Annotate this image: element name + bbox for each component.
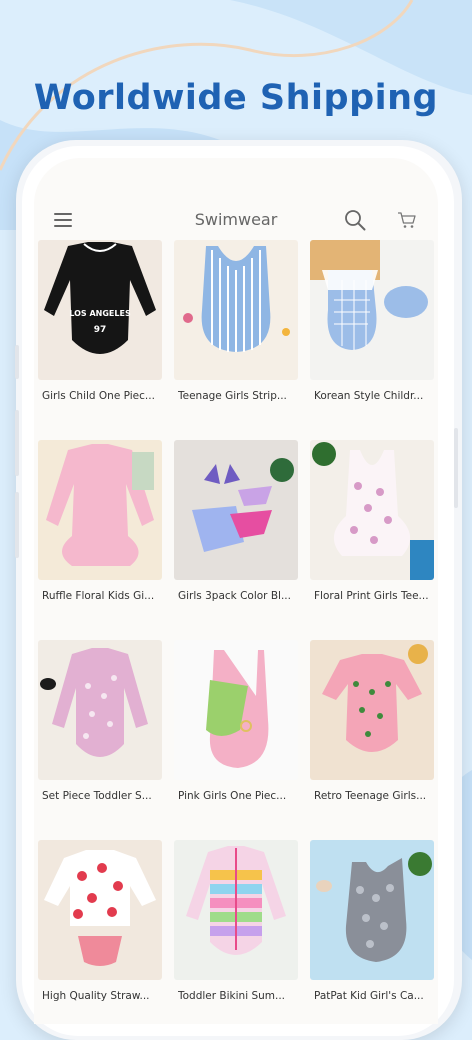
svg-text:LOS ANGELES: LOS ANGELES <box>69 309 131 318</box>
product-image[interactable] <box>310 840 434 980</box>
product-title[interactable]: High Quality Straw... <box>42 990 162 1002</box>
product-image[interactable] <box>174 840 298 980</box>
product-image[interactable] <box>174 440 298 580</box>
phone-side-button <box>15 345 19 379</box>
phone-side-button <box>15 410 19 476</box>
product-image[interactable] <box>310 640 434 780</box>
product-title[interactable]: Korean Style Childr... <box>314 390 434 402</box>
product-image[interactable] <box>174 640 298 780</box>
cart-icon[interactable] <box>397 211 417 229</box>
product-title[interactable]: Toddler Bikini Sum... <box>178 990 298 1002</box>
product-image[interactable] <box>38 440 162 580</box>
app-screen: Swimwear LOS ANGELES 97 Girls Child One … <box>34 158 438 1024</box>
phone-side-button <box>454 428 458 508</box>
product-title[interactable]: PatPat Kid Girl's Ca... <box>314 990 434 1002</box>
product-title[interactable]: Teenage Girls Strip... <box>178 390 298 402</box>
product-image[interactable] <box>310 440 434 580</box>
product-image[interactable] <box>38 840 162 980</box>
product-title[interactable]: Girls Child One Piec... <box>42 390 162 402</box>
product-image[interactable] <box>174 240 298 380</box>
product-title[interactable]: Girls 3pack Color Bl... <box>178 590 298 602</box>
product-title[interactable]: Ruffle Floral Kids Gi... <box>42 590 162 602</box>
svg-text:97: 97 <box>94 325 107 335</box>
product-title[interactable]: Floral Print Girls Tee... <box>314 590 434 602</box>
phone-side-button <box>15 492 19 558</box>
headline: Worldwide Shipping <box>33 78 439 118</box>
app-bar: Swimwear <box>34 158 438 240</box>
product-title[interactable]: Retro Teenage Girls... <box>314 790 434 802</box>
product-title[interactable]: Set Piece Toddler S... <box>42 790 162 802</box>
product-image[interactable] <box>38 640 162 780</box>
page-title: Swimwear <box>194 210 278 229</box>
product-image[interactable] <box>310 240 434 380</box>
product-image[interactable]: LOS ANGELES 97 <box>38 240 162 380</box>
search-icon[interactable] <box>344 209 366 231</box>
product-title[interactable]: Pink Girls One Piec... <box>178 790 298 802</box>
